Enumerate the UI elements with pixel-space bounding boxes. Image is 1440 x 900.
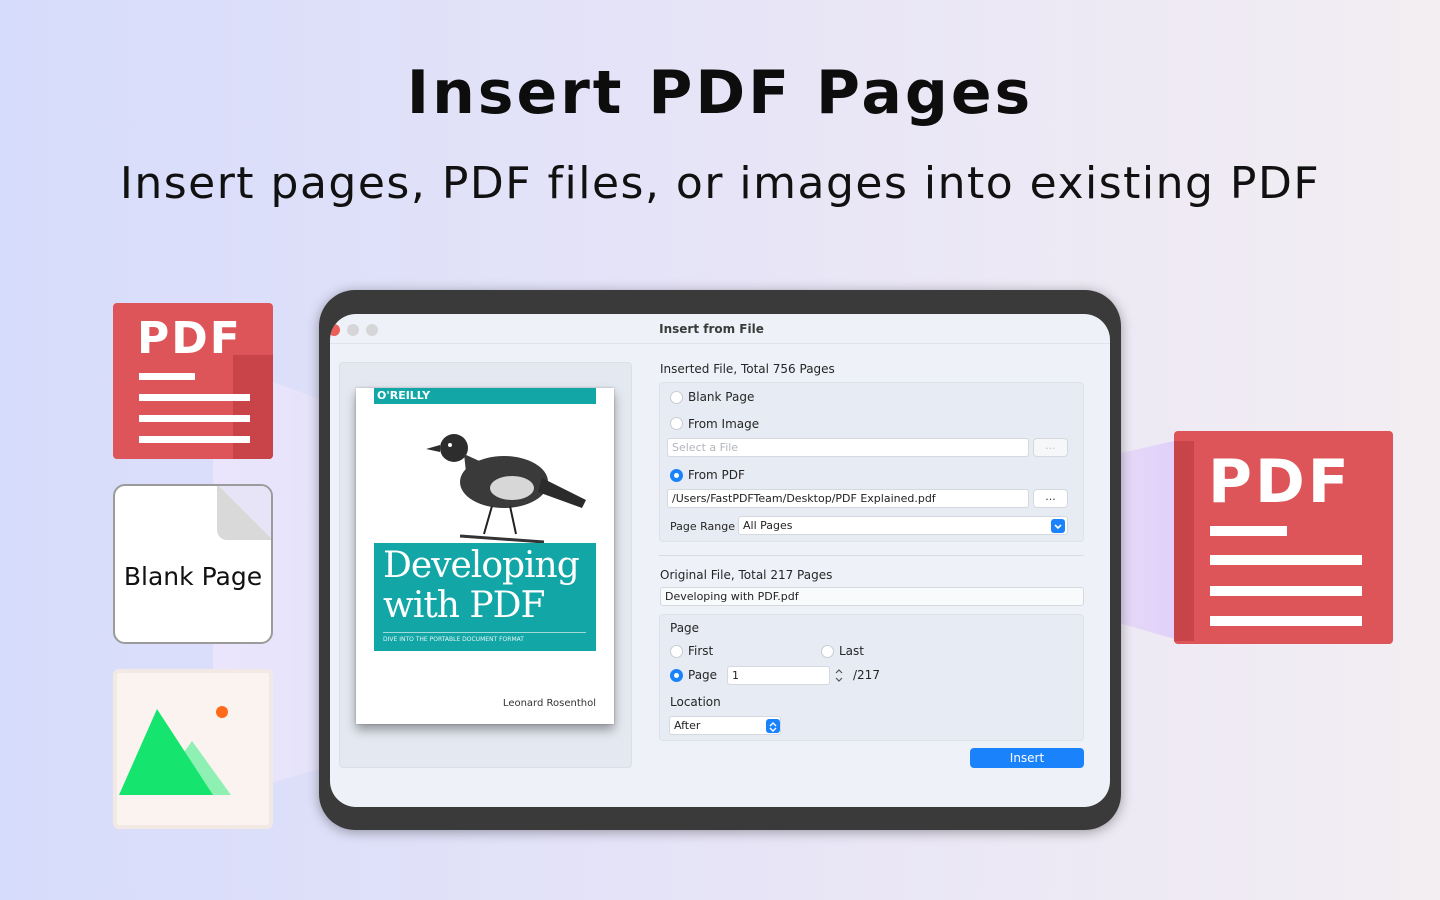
blank-page-icon: Blank Page bbox=[113, 484, 273, 644]
radio-from-pdf-label: From PDF bbox=[688, 468, 745, 482]
pdf-icon-label: PDF bbox=[1208, 447, 1352, 517]
pdf-line bbox=[1210, 526, 1287, 536]
page-range-select[interactable]: All Pages bbox=[738, 516, 1068, 535]
browse-image-button[interactable]: ... bbox=[1033, 438, 1068, 457]
hero-subtitle: Insert pages, PDF files, or images into … bbox=[119, 158, 1321, 209]
radio-page[interactable] bbox=[670, 669, 683, 682]
publisher-logo: O'REILLY bbox=[377, 389, 431, 402]
pdf-line bbox=[139, 373, 195, 380]
book-author: Leonard Rosenthol bbox=[502, 698, 596, 709]
page-number-input[interactable]: 1 bbox=[727, 666, 830, 685]
browse-pdf-button[interactable]: ... bbox=[1033, 489, 1068, 508]
book-title-line1: Developing bbox=[383, 545, 580, 586]
hero-title: Insert PDF Pages bbox=[406, 58, 1034, 128]
radio-first-label: First bbox=[688, 644, 714, 658]
location-select[interactable]: After bbox=[669, 716, 781, 735]
page-range-label: Page Range bbox=[670, 520, 735, 533]
book-title-band: Developing with PDF DIVE INTO THE PORTAB… bbox=[374, 543, 596, 651]
pdf-line bbox=[139, 394, 250, 401]
original-file-name: Developing with PDF.pdf bbox=[660, 587, 1084, 606]
chevron-updown-icon[interactable] bbox=[766, 719, 780, 733]
original-file-heading: Original File, Total 217 Pages bbox=[660, 568, 833, 582]
publisher-band: O'REILLY bbox=[374, 388, 596, 404]
pdf-path-input[interactable]: /Users/FastPDFTeam/Desktop/PDF Explained… bbox=[667, 489, 1029, 508]
section-divider bbox=[659, 555, 1084, 556]
page-total: /217 bbox=[853, 668, 880, 682]
radio-first[interactable] bbox=[670, 645, 683, 658]
image-file-input[interactable]: Select a File bbox=[667, 438, 1029, 457]
window-titlebar: Insert from File bbox=[330, 314, 1110, 344]
insert-button[interactable]: Insert bbox=[970, 748, 1084, 768]
pdf-line bbox=[139, 436, 250, 443]
pdf-line bbox=[1210, 616, 1362, 626]
mountain-image-icon bbox=[119, 706, 231, 795]
radio-last[interactable] bbox=[821, 645, 834, 658]
pdf-file-icon: PDF bbox=[113, 303, 273, 459]
radio-from-image[interactable] bbox=[670, 417, 683, 430]
radio-last-label: Last bbox=[839, 644, 864, 658]
bird-illustration bbox=[426, 434, 586, 544]
insert-from-file-window: Insert from File O'REILLY Developing wit… bbox=[330, 314, 1110, 807]
page-number-stepper[interactable] bbox=[833, 666, 845, 685]
book-cover-preview: O'REILLY Developing with PDF DIVE INTO T… bbox=[356, 388, 614, 724]
radio-blank-page[interactable] bbox=[670, 391, 683, 404]
page-section-label: Page bbox=[670, 621, 700, 635]
radio-from-pdf[interactable] bbox=[670, 469, 683, 482]
radio-blank-page-label: Blank Page bbox=[688, 390, 755, 404]
pdf-fold bbox=[1174, 441, 1194, 641]
pdf-line bbox=[1210, 555, 1362, 565]
inserted-file-heading: Inserted File, Total 756 Pages bbox=[660, 362, 835, 376]
location-label: Location bbox=[670, 695, 721, 709]
pdf-line bbox=[1210, 586, 1362, 596]
book-tagline: DIVE INTO THE PORTABLE DOCUMENT FORMAT bbox=[383, 636, 524, 643]
image-file-icon bbox=[113, 669, 273, 829]
pdf-icon-label: PDF bbox=[137, 313, 242, 364]
pdf-result-icon: PDF bbox=[1174, 431, 1393, 644]
radio-page-label: Page bbox=[688, 668, 718, 682]
window-title: Insert from File bbox=[659, 322, 764, 336]
radio-from-image-label: From Image bbox=[688, 417, 760, 431]
pdf-fold bbox=[233, 355, 273, 459]
blank-page-label: Blank Page bbox=[123, 562, 263, 591]
chevron-down-icon[interactable] bbox=[1051, 519, 1065, 533]
pdf-line bbox=[139, 415, 250, 422]
book-title-line2: with PDF bbox=[383, 585, 545, 626]
